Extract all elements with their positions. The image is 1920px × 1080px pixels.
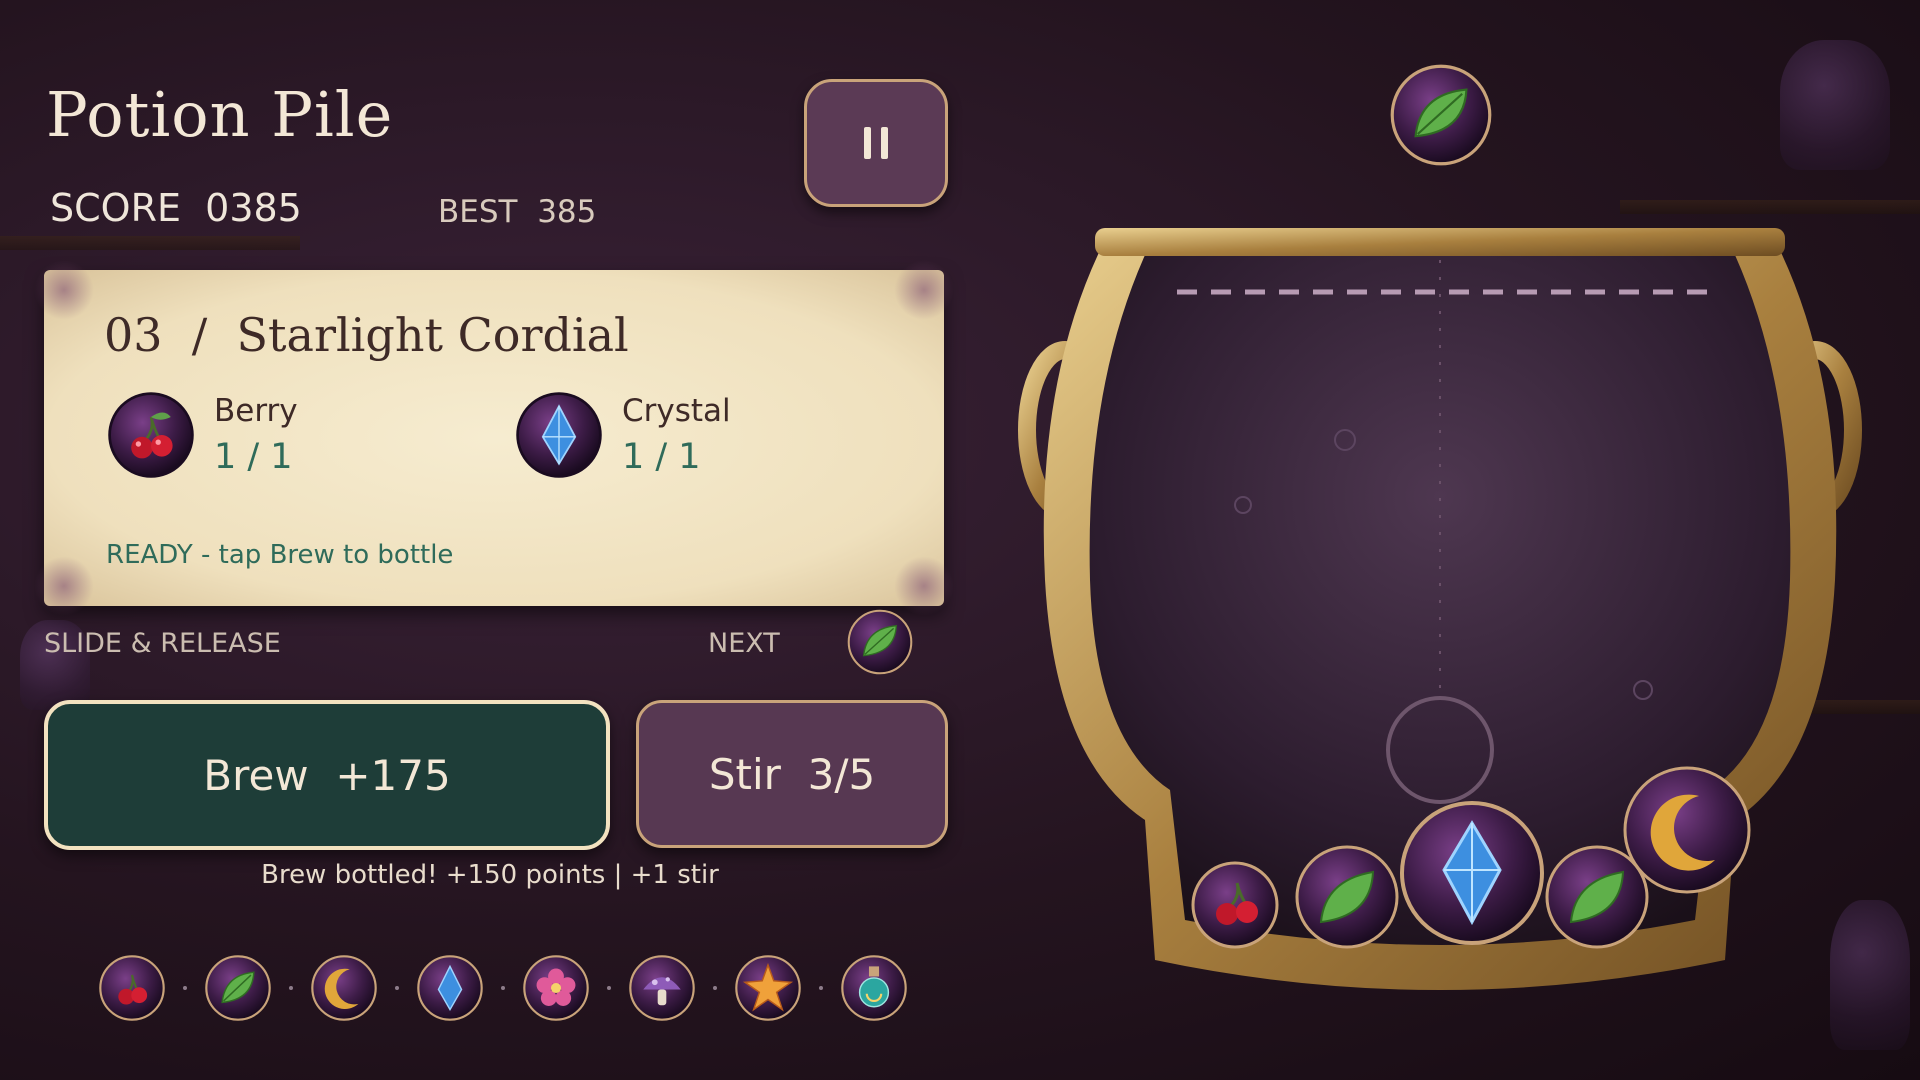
flower-icon — [523, 955, 589, 1021]
recipe-title: 03 / Starlight Cordial — [104, 308, 629, 362]
score-value: 0385 — [205, 186, 302, 230]
leaf-icon — [1295, 845, 1399, 949]
cherry-icon — [1191, 861, 1279, 949]
status-message: Brew bottled! +150 points | +1 stir — [261, 860, 719, 890]
stir-label: Stir — [708, 749, 781, 799]
crystal-icon — [417, 955, 483, 1021]
mushroom-icon — [629, 955, 695, 1021]
falling-leaf-orb[interactable] — [1388, 62, 1494, 168]
pause-button[interactable] — [804, 79, 948, 207]
ingredient-name: Berry — [214, 393, 298, 429]
brew-points: +175 — [335, 750, 451, 800]
game-title: Potion Pile — [46, 78, 394, 151]
background-bottle — [1780, 40, 1890, 170]
recipe-ingredient-berry: Berry 1 / 1 — [106, 390, 298, 480]
leaf-icon — [847, 609, 913, 675]
ingredient-progress: 1 / 1 — [622, 437, 701, 477]
best-value: 385 — [537, 194, 597, 230]
potion-icon — [841, 955, 907, 1021]
leaf-icon — [1545, 845, 1649, 949]
moon-icon — [311, 955, 377, 1021]
recipe-separator: / — [191, 308, 208, 362]
cauldron-rim — [1095, 228, 1785, 256]
brew-button[interactable]: Brew +175 — [44, 700, 610, 850]
cherry-icon — [99, 955, 165, 1021]
floral-corner-decoration — [34, 556, 94, 616]
score-label: SCORE — [50, 186, 181, 230]
recipe-name: Starlight Cordial — [236, 308, 629, 362]
cherry-icon — [108, 392, 194, 478]
star-icon — [735, 955, 801, 1021]
ingredient-tray — [96, 952, 910, 1024]
best-label: BEST — [438, 194, 518, 230]
crystal-icon — [516, 392, 602, 478]
score-display: SCORE 0385 — [50, 186, 302, 230]
recipe-ingredient-crystal: Crystal 1 / 1 — [514, 390, 731, 480]
pause-icon — [859, 127, 893, 159]
floral-corner-decoration — [894, 260, 954, 320]
recipe-card: 03 / Starlight Cordial Berry 1 / 1 Cryst… — [34, 260, 954, 616]
background-shelf — [0, 236, 300, 250]
slide-release-hint: SLIDE & RELEASE — [44, 628, 281, 659]
ingredient-progress: 1 / 1 — [214, 437, 293, 477]
ingredient-name: Crystal — [622, 393, 731, 429]
moon-icon — [1623, 766, 1751, 894]
stir-button[interactable]: Stir 3/5 — [636, 700, 948, 848]
floral-corner-decoration — [894, 556, 954, 616]
stir-count: 3/5 — [807, 749, 876, 799]
floral-corner-decoration — [34, 260, 94, 320]
cauldron[interactable] — [995, 200, 1885, 1030]
brew-label: Brew — [203, 750, 309, 800]
best-score-display: BEST 385 — [438, 194, 596, 230]
leaf-icon — [205, 955, 271, 1021]
recipe-number: 03 — [104, 308, 163, 362]
recipe-status: READY - tap Brew to bottle — [106, 540, 454, 570]
next-label: NEXT — [708, 628, 780, 659]
crystal-icon — [1400, 801, 1544, 945]
